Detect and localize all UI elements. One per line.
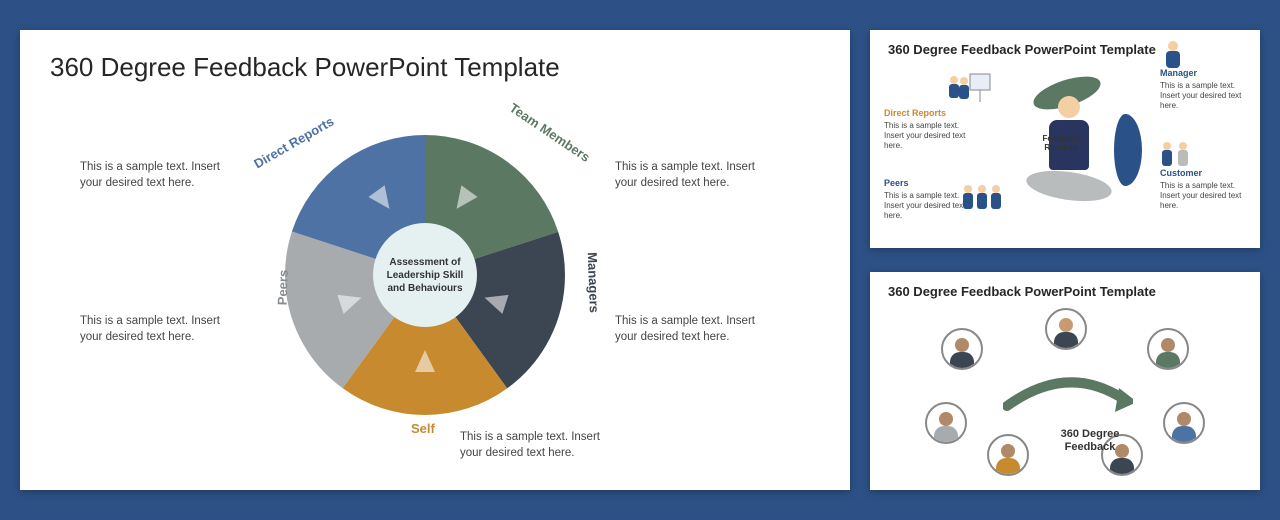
avatar-icon xyxy=(925,402,967,444)
thumbnail-column: 360 Degree Feedback PowerPoint Template … xyxy=(870,30,1260,490)
segment-desc-managers: This is a sample text. Insert your desir… xyxy=(615,314,775,345)
thumb2-title: 360 Degree Feedback PowerPoint Template xyxy=(888,284,1242,299)
donut-chart: Assessment of Leadership Skill and Behav… xyxy=(285,135,565,415)
slide-title: 360 Degree Feedback PowerPoint Template xyxy=(50,52,820,83)
avatar-icon xyxy=(987,434,1029,476)
group-direct: Direct Reports This is a sample text. In… xyxy=(884,108,974,151)
group-text: This is a sample text. Insert your desir… xyxy=(1160,81,1250,111)
cycle-arrow-icon xyxy=(1003,376,1133,426)
avatar-icon xyxy=(1045,308,1087,350)
arrow-icon xyxy=(415,350,435,372)
thumb1-title: 360 Degree Feedback PowerPoint Template xyxy=(888,42,1242,57)
center-label: Feedback Receiver xyxy=(1036,134,1086,152)
segment-desc-direct: This is a sample text. Insert your desir… xyxy=(80,160,240,191)
avatar-icon xyxy=(1147,328,1189,370)
people-icon xyxy=(946,72,992,106)
thumb1-diagram: Feedback Receiver Manager This is a samp… xyxy=(884,62,1246,238)
group-label: Direct Reports xyxy=(884,108,974,119)
thumbnail-slide-2[interactable]: 360 Degree Feedback PowerPoint Template … xyxy=(870,272,1260,490)
group-text: This is a sample text. Insert your desir… xyxy=(884,121,974,151)
people-icon xyxy=(1162,40,1184,70)
main-slide: 360 Degree Feedback PowerPoint Template … xyxy=(20,30,850,490)
avatar-icon xyxy=(1163,402,1205,444)
group-manager: Manager This is a sample text. Insert yo… xyxy=(1160,68,1250,111)
segment-desc-self: This is a sample text. Insert your desir… xyxy=(460,430,620,461)
segment-label-peers: Peers xyxy=(275,270,291,306)
group-customer: Customer This is a sample text. Insert y… xyxy=(1160,168,1250,211)
people-icon xyxy=(1158,140,1192,170)
segment-label-self: Self xyxy=(411,421,435,436)
segment-desc-peers: This is a sample text. Insert your desir… xyxy=(80,314,240,345)
thumbnail-slide-1[interactable]: 360 Degree Feedback PowerPoint Template … xyxy=(870,30,1260,248)
segment-desc-team: This is a sample text. Insert your desir… xyxy=(615,160,775,191)
thumb2-diagram: 360 Degree Feedback xyxy=(925,316,1205,478)
group-text: This is a sample text. Insert your desir… xyxy=(1160,181,1250,211)
thumb2-caption: 360 Degree Feedback xyxy=(1055,428,1125,454)
blob-shape xyxy=(1114,114,1142,186)
segment-label-managers: Managers xyxy=(585,252,602,313)
donut-center-label: Assessment of Leadership Skill and Behav… xyxy=(373,223,477,327)
avatar-icon xyxy=(941,328,983,370)
people-icon xyxy=(958,182,1004,216)
